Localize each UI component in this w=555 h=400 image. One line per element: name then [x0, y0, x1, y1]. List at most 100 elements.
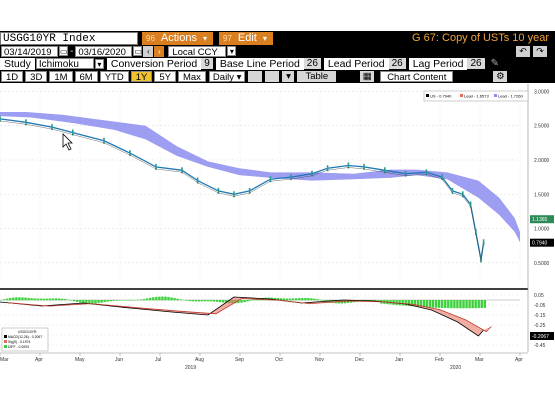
period-button-5y[interactable]: 5Y [154, 71, 176, 83]
histogram-bar [222, 300, 225, 303]
calendar-icon[interactable]: ▭ [133, 46, 143, 56]
histogram-bar [316, 299, 319, 301]
base-line-period-input[interactable]: 26 [303, 58, 321, 69]
table-button[interactable]: Table [297, 71, 337, 82]
x-tick-label: Jan [395, 357, 403, 363]
histogram-bar [51, 298, 55, 301]
histogram-bar [33, 298, 36, 301]
histogram-bar [173, 298, 176, 301]
actions-menu[interactable]: 96 Actions ▾ [142, 31, 213, 45]
ticker-field[interactable]: USGG10YR Index [0, 31, 138, 45]
price-chart[interactable]: 3.0000 2.5000 2.0000 1.5000 1.0000 0.5000 1.13… [0, 84, 555, 288]
histogram-bar [54, 298, 58, 301]
histogram-bar [401, 300, 404, 306]
end-date-input[interactable]: 03/16/2020 [75, 45, 133, 58]
title-bar: USGG10YR Index 96 Actions ▾ 97 Edit ▾ G … [0, 31, 555, 45]
edit-menu[interactable]: 97 Edit ▾ [219, 31, 273, 45]
last-value-label: -0.2067 [532, 334, 549, 340]
histogram-bar [149, 297, 152, 301]
period-button-1m[interactable]: 1M [49, 71, 73, 83]
edit-hotkey-icon: 97 [223, 33, 232, 43]
histogram-bar [91, 300, 94, 304]
histogram-bar [304, 297, 307, 301]
lag-period-input[interactable]: 26 [467, 58, 485, 69]
chevron-down-icon[interactable]: ▾ [282, 71, 295, 82]
calendar-icon[interactable]: ▭ [59, 46, 68, 56]
y-tick-label: 1.5000 [534, 192, 550, 198]
x-tick-label: Mar [0, 357, 9, 363]
histogram-bar [27, 297, 30, 301]
histogram-bar [188, 300, 191, 302]
lead-period-input[interactable]: 26 [388, 58, 406, 69]
legend-swatch [4, 340, 7, 343]
frequency-select[interactable]: Daily ▾ [208, 71, 246, 83]
histogram-bar [152, 297, 155, 301]
legend-label: Lead - 1.6573 [464, 94, 489, 99]
start-date-input[interactable]: 03/14/2019 [1, 45, 58, 58]
date-range-bar: 03/14/2019 ▭ - 03/16/2020 ▭ ‹ › Local CC… [0, 45, 555, 58]
window-title: G 67: Copy of USTs 10 year [412, 32, 549, 44]
bar-style-icon[interactable] [265, 71, 280, 82]
histogram-bar [431, 300, 435, 308]
period-button-1d[interactable]: 1D [1, 71, 24, 83]
period-toolbar: 1D 3D 1M 6M YTD 1Y 5Y Max Daily ▾ ▾ Table ▦ Char… [0, 70, 555, 83]
period-button-max[interactable]: Max [177, 71, 206, 83]
histogram-bar [79, 300, 82, 303]
y-tick-label: 2.5000 [534, 124, 550, 130]
histogram-bar [240, 300, 243, 303]
histogram-bar [194, 300, 198, 302]
histogram-bar [136, 299, 140, 301]
histogram-bar [161, 296, 164, 301]
histogram-bar [444, 300, 447, 309]
histogram-bar [246, 300, 249, 302]
histogram-bar [249, 300, 252, 301]
histogram-bar [158, 296, 161, 301]
period-button-3d[interactable]: 3D [25, 71, 48, 83]
histogram-bar [295, 298, 298, 301]
pencil-icon[interactable]: ✎ [491, 58, 499, 69]
chevron-down-icon: ▾ [202, 33, 207, 43]
histogram-bar [404, 300, 407, 306]
x-tick-label: Apr [515, 357, 523, 363]
legend-label: USGG10YR [18, 330, 37, 334]
histogram-bar [298, 298, 301, 301]
x-tick-label: Apr [35, 357, 43, 363]
x-tick-label: Oct [275, 357, 283, 363]
prev-range-button[interactable]: ‹ [143, 45, 154, 57]
histogram-bar [30, 298, 33, 301]
chevron-down-icon[interactable]: ▾ [227, 46, 237, 56]
chevron-down-icon[interactable]: ▾ [94, 58, 104, 69]
redo-icon[interactable]: ↷ [533, 45, 547, 57]
histogram-bar [243, 300, 246, 303]
period-button-1y[interactable]: 1Y [130, 71, 153, 83]
undo-icon[interactable]: ↶ [516, 45, 530, 57]
histogram-bar [97, 300, 100, 304]
chart-content-button[interactable]: Chart Content [380, 71, 454, 83]
x-tick-label: Feb [435, 357, 444, 363]
histogram-bar [185, 300, 188, 301]
conversion-period-input[interactable]: 9 [201, 58, 213, 69]
histogram-bar [109, 300, 112, 302]
histogram-bar [9, 297, 12, 301]
currency-select[interactable]: Local CCY [168, 45, 227, 58]
histogram-bar [118, 300, 122, 301]
settings-icon[interactable]: ⚙ [493, 71, 508, 82]
study-select[interactable]: Ichimoku [35, 58, 94, 70]
histogram-bar [72, 300, 76, 302]
chart-icon[interactable]: ▦ [360, 71, 375, 82]
next-range-button[interactable]: › [154, 45, 165, 57]
histogram-bar [18, 297, 21, 301]
y-tick-label: 0.05 [534, 293, 544, 299]
histogram-bar [21, 297, 24, 301]
period-button-ytd[interactable]: YTD [99, 71, 129, 83]
y-tick-label: -0.15 [534, 313, 546, 319]
line-style-icon[interactable] [248, 71, 263, 82]
legend-swatch [4, 345, 7, 348]
period-button-6m[interactable]: 6M [74, 71, 98, 83]
macd-chart[interactable]: 0.05-0.05-0.15-0.25-0.35-0.45-0.2067 USG… [0, 288, 555, 352]
lead-period-label: Lead Period [323, 57, 389, 70]
year-label: 2019 [185, 365, 196, 371]
histogram-bar [212, 300, 216, 302]
histogram-bar [459, 300, 462, 309]
x-axis: Mar Apr May Jun Jul Aug Sep Oct Nov Dec Jan Feb Mar A… [0, 352, 528, 371]
